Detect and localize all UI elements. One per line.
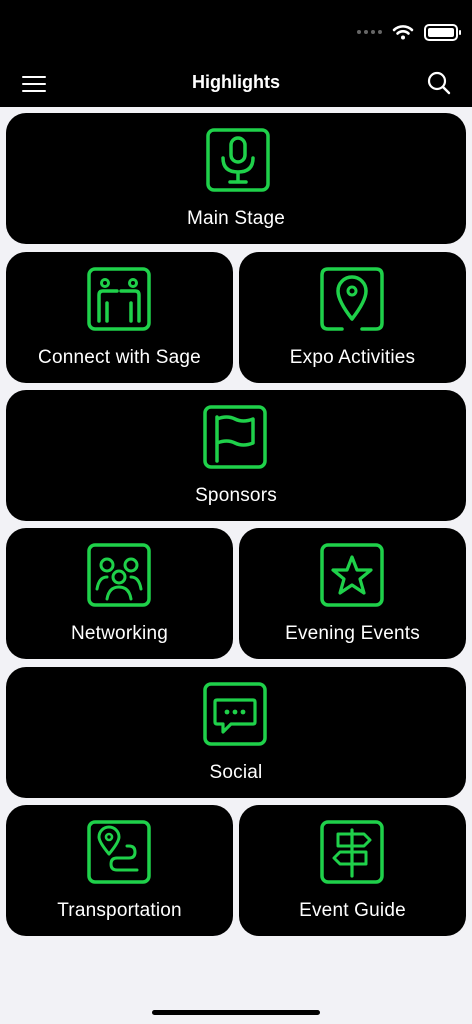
people-connect-icon: [87, 267, 151, 331]
microphone-icon: [206, 128, 270, 192]
home-indicator[interactable]: [152, 1010, 320, 1015]
tile-label: Sponsors: [195, 485, 277, 506]
status-bar: [357, 22, 461, 42]
tile-label: Connect with Sage: [38, 347, 201, 368]
signpost-icon: [320, 820, 384, 884]
group-icon: [87, 543, 151, 607]
tile-expo-activities[interactable]: Expo Activities: [239, 252, 466, 383]
tile-evening-events[interactable]: Evening Events: [239, 528, 466, 659]
battery-icon: [424, 23, 461, 41]
tile-label: Event Guide: [299, 900, 406, 921]
tile-social[interactable]: Social: [6, 667, 466, 798]
route-icon: [87, 820, 151, 884]
tile-event-guide[interactable]: Event Guide: [239, 805, 466, 936]
tile-label: Evening Events: [285, 623, 420, 644]
page-title: Highlights: [192, 72, 280, 92]
tile-transportation[interactable]: Transportation: [6, 805, 233, 936]
tile-sponsors[interactable]: Sponsors: [6, 390, 466, 521]
tile-label: Social: [209, 762, 263, 783]
wifi-icon: [392, 25, 414, 40]
chat-icon: [203, 682, 267, 746]
tile-main-stage[interactable]: Main Stage: [6, 113, 466, 244]
tile-networking[interactable]: Networking: [6, 528, 233, 659]
search-icon[interactable]: [426, 70, 452, 96]
top-bar: Highlights: [0, 0, 472, 107]
tile-label: Main Stage: [186, 208, 286, 229]
flag-icon: [203, 405, 267, 469]
tile-label: Networking: [70, 623, 169, 644]
star-icon: [320, 543, 384, 607]
map-pin-icon: [320, 267, 384, 331]
tile-label: Transportation: [57, 900, 182, 921]
cellular-signal-icon: [357, 30, 382, 34]
nav-bar: Highlights: [0, 62, 472, 106]
tile-label: Expo Activities: [289, 347, 416, 368]
tile-connect-with-sage[interactable]: Connect with Sage: [6, 252, 233, 383]
